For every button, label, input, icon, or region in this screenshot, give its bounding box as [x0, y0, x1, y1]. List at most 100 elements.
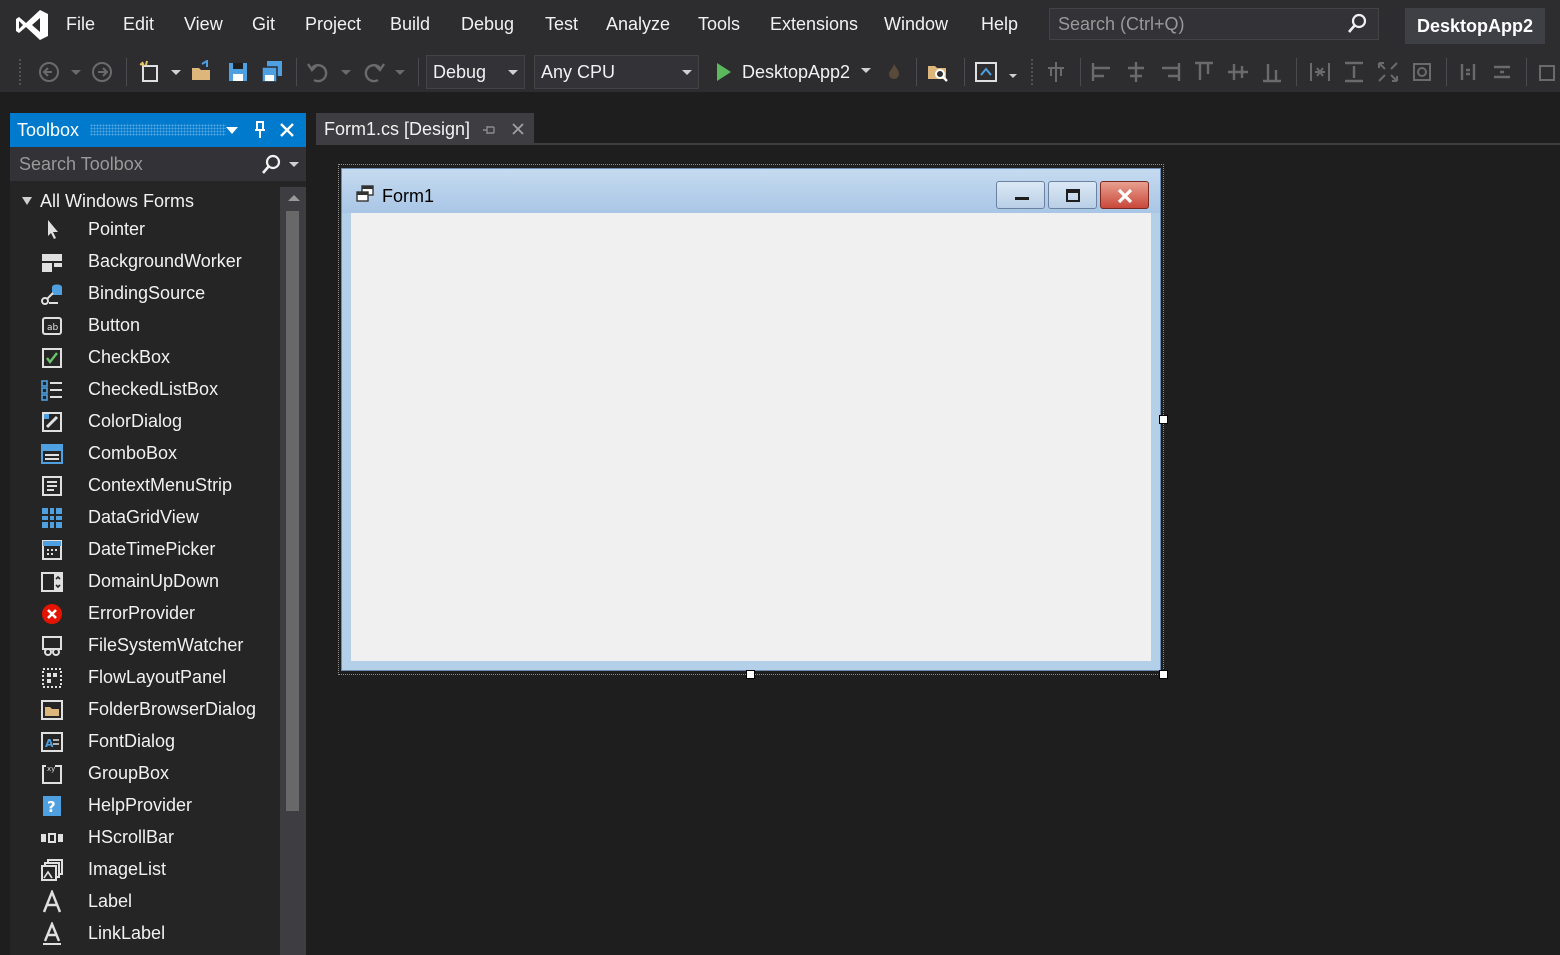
toolbox-item-checkedlistbox[interactable]: CheckedListBox — [10, 374, 280, 406]
menu-git[interactable]: Git — [252, 14, 275, 35]
toolbox-item-label[interactable]: Label — [10, 886, 280, 918]
toolbox-item-imagelist[interactable]: ImageList — [10, 854, 280, 886]
toolbox-item-datagridview[interactable]: DataGridView — [10, 502, 280, 534]
make-same-size-icon[interactable] — [1376, 60, 1400, 84]
resize-handle-right[interactable] — [1159, 415, 1168, 424]
menu-tools[interactable]: Tools — [698, 14, 740, 35]
toolbox-item-groupbox[interactable]: xy GroupBox — [10, 758, 280, 790]
dropdown-caret-icon[interactable] — [164, 60, 188, 84]
toolbox-scrollbar[interactable] — [280, 187, 306, 955]
navigate-forward-icon[interactable] — [90, 60, 114, 84]
toolbox-item-backgroundworker[interactable]: BackgroundWorker — [10, 246, 280, 278]
toolbox-item-pointer[interactable]: Pointer — [10, 214, 280, 246]
expand-triangle-icon[interactable] — [22, 197, 32, 205]
find-in-files-icon[interactable] — [926, 60, 950, 84]
menu-project[interactable]: Project — [305, 14, 361, 35]
dropdown-caret-icon[interactable] — [334, 60, 358, 84]
toolbox-item-flowlayoutpanel[interactable]: FlowLayoutPanel — [10, 662, 280, 694]
horizontal-spacing-icon[interactable] — [1456, 60, 1480, 84]
dropdown-caret-icon[interactable] — [1004, 60, 1028, 84]
new-project-icon[interactable] — [138, 60, 162, 84]
menu-edit[interactable]: Edit — [123, 14, 154, 35]
bring-to-front-icon[interactable] — [1536, 60, 1560, 84]
global-search-input[interactable] — [1050, 9, 1340, 39]
chevron-down-icon[interactable] — [288, 159, 300, 171]
align-to-grid-icon[interactable] — [1044, 60, 1068, 84]
menu-test[interactable]: Test — [545, 14, 578, 35]
toolbox-title-bar[interactable]: Toolbox — [10, 113, 306, 147]
solution-configuration-dropdown[interactable]: Debug — [426, 55, 525, 89]
vertical-spacing-icon[interactable] — [1490, 60, 1514, 84]
align-rights-icon[interactable] — [1158, 60, 1182, 84]
align-centers-icon[interactable] — [1124, 60, 1148, 84]
toolbox-item-linklabel[interactable]: LinkLabel — [10, 918, 280, 950]
scroll-up-arrow-icon[interactable] — [288, 195, 300, 201]
align-tops-icon[interactable] — [1192, 60, 1216, 84]
tab-form1-design[interactable]: Form1.cs [Design] — [316, 113, 534, 145]
dropdown-caret-icon[interactable] — [858, 62, 874, 78]
menu-analyze[interactable]: Analyze — [606, 14, 670, 35]
toolbox-item-filesystemwatcher[interactable]: FileSystemWatcher — [10, 630, 280, 662]
align-lefts-icon[interactable] — [1090, 60, 1114, 84]
save-all-icon[interactable] — [260, 60, 284, 84]
make-same-height-icon[interactable] — [1342, 60, 1366, 84]
search-icon[interactable] — [1346, 13, 1368, 35]
menu-help[interactable]: Help — [981, 14, 1018, 35]
toolbox-item-combobox[interactable]: ComboBox — [10, 438, 280, 470]
toolbox-group-header[interactable]: All Windows Forms — [10, 188, 280, 216]
menu-debug[interactable]: Debug — [461, 14, 514, 35]
toolbox-item-folderbrowserdialog[interactable]: FolderBrowserDialog — [10, 694, 280, 726]
dropdown-caret-icon[interactable] — [64, 60, 88, 84]
visual-studio-logo-icon[interactable] — [14, 8, 50, 42]
form-client-area[interactable] — [351, 213, 1151, 661]
resize-handle-bottom[interactable] — [746, 670, 755, 679]
menu-extensions[interactable]: Extensions — [770, 14, 858, 35]
form-title-bar[interactable]: Form1 — [342, 169, 1160, 213]
toolbox-search-input[interactable] — [10, 147, 250, 181]
toolbox-item-checkbox[interactable]: CheckBox — [10, 342, 280, 374]
save-icon[interactable] — [226, 60, 250, 84]
make-same-width-icon[interactable] — [1308, 60, 1332, 84]
toolbox-item-helpprovider[interactable]: ? HelpProvider — [10, 790, 280, 822]
align-bottoms-icon[interactable] — [1260, 60, 1284, 84]
close-tab-icon[interactable] — [510, 121, 526, 137]
menu-file[interactable]: File — [66, 14, 95, 35]
navigate-back-icon[interactable] — [38, 60, 62, 84]
align-middles-icon[interactable] — [1226, 60, 1250, 84]
menu-build[interactable]: Build — [390, 14, 430, 35]
dropdown-caret-icon[interactable] — [388, 60, 412, 84]
scrollbar-thumb[interactable] — [286, 211, 299, 811]
form-maximize-button[interactable] — [1048, 181, 1097, 209]
toolbox-item-button[interactable]: ab Button — [10, 310, 280, 342]
open-file-icon[interactable] — [190, 60, 214, 84]
toolbox-item-colordialog[interactable]: ColorDialog — [10, 406, 280, 438]
menu-window[interactable]: Window — [884, 14, 948, 35]
preview-form-icon[interactable] — [974, 60, 998, 84]
search-icon[interactable] — [260, 154, 282, 176]
toolbar-grip[interactable] — [1030, 58, 1034, 86]
close-icon[interactable] — [278, 121, 296, 139]
size-to-grid-icon[interactable] — [1410, 60, 1434, 84]
form1-designer-window[interactable]: Form1 — [341, 168, 1161, 671]
toolbox-item-bindingsource[interactable]: BindingSource — [10, 278, 280, 310]
toolbox-item-domainupdown[interactable]: DomainUpDown — [10, 566, 280, 598]
pin-tab-icon[interactable] — [482, 123, 496, 137]
window-position-dropdown-icon[interactable] — [224, 122, 240, 138]
toolbox-item-fontdialog[interactable]: A FontDialog — [10, 726, 280, 758]
form-close-button[interactable] — [1100, 181, 1149, 209]
toolbox-item-errorprovider[interactable]: ErrorProvider — [10, 598, 280, 630]
toolbox-item-datetimepicker[interactable]: DateTimePicker — [10, 534, 280, 566]
hot-reload-icon[interactable] — [884, 62, 904, 82]
solution-name-badge[interactable]: DesktopApp2 — [1405, 8, 1545, 44]
toolbar-grip[interactable] — [18, 58, 22, 86]
form-minimize-button[interactable] — [996, 181, 1045, 209]
toolbox-item-hscrollbar[interactable]: HScrollBar — [10, 822, 280, 854]
start-debugging-button[interactable]: DesktopApp2 — [708, 56, 908, 88]
menu-view[interactable]: View — [184, 14, 223, 35]
undo-icon[interactable] — [306, 60, 330, 84]
resize-handle-bottom-right[interactable] — [1159, 670, 1168, 679]
toolbox-item-contextmenustrip[interactable]: ContextMenuStrip — [10, 470, 280, 502]
pin-icon[interactable] — [252, 121, 268, 139]
toolbox-drag-grip[interactable] — [90, 124, 226, 136]
solution-platform-dropdown[interactable]: Any CPU — [534, 55, 699, 89]
